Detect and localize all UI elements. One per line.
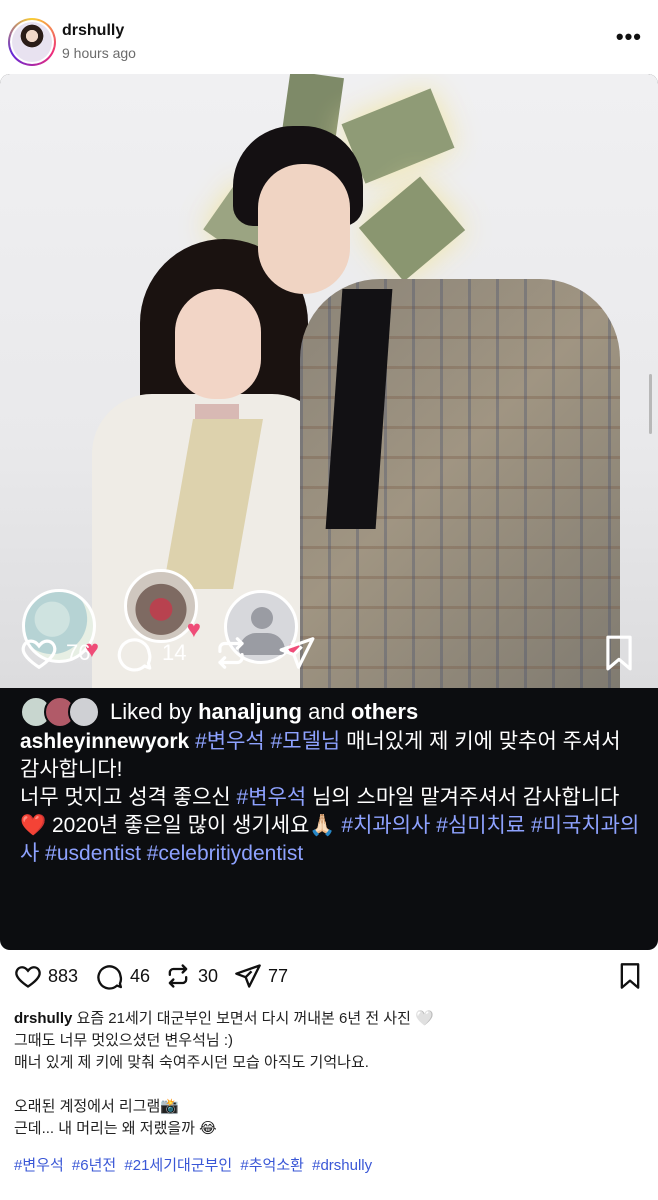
share-button[interactable]: 77 (234, 962, 288, 990)
post-header: drshully 9 hours ago ••• (0, 0, 658, 78)
timestamp: 9 hours ago (62, 45, 136, 61)
hashtag[interactable]: #usdentist (45, 842, 141, 865)
heart-icon (15, 966, 41, 988)
liked-by-prefix: Liked by (110, 699, 192, 724)
comment-icon (97, 965, 123, 990)
share-count: 77 (268, 965, 289, 986)
hashtag[interactable]: #모델님 (271, 730, 341, 753)
like-button[interactable]: 883 (14, 962, 78, 990)
liked-by-avatars (20, 696, 108, 728)
repost-button[interactable] (212, 634, 250, 672)
pray-emoji: 🙏🏻 (309, 814, 336, 837)
hashtag[interactable]: #변우석 (14, 1157, 64, 1174)
reposted-caption: ashleyinnewyork #변우석 #모델님 매너있게 제 키에 맞추어 … (20, 728, 640, 868)
hashtag[interactable]: #변우석 (237, 786, 307, 809)
caption-text: 너무 멋지고 성격 좋으신 (20, 786, 231, 809)
caption-line: 오래된 계정에서 리그램📸 (14, 1098, 180, 1115)
hashtag[interactable]: #심미치료 (436, 814, 525, 837)
caption-text: 님의 스마일 맡겨주셔서 감사합니다 (312, 786, 620, 809)
comment-icon (117, 638, 152, 672)
heart-icon (21, 639, 57, 670)
like-count: 76 (66, 640, 91, 665)
repost-icon (218, 637, 244, 669)
hashtag-list: #변우석 #6년전 #21세기대군부인 #추억소환 #drshully (14, 1154, 376, 1175)
liked-by-and: and (308, 699, 345, 724)
comment-button[interactable]: 14 (116, 634, 186, 672)
post-caption: drshully 요즘 21세기 대군부인 보면서 다시 꺼내본 6년 전 사진… (14, 1008, 644, 1140)
hashtag[interactable]: #6년전 (72, 1157, 116, 1174)
bookmark-icon (606, 635, 632, 671)
comment-count: 14 (162, 640, 187, 665)
heart-emoji: ❤️ (20, 814, 47, 837)
avatar (68, 696, 100, 728)
save-button[interactable] (616, 962, 644, 990)
hashtag[interactable]: #21세기대군부인 (124, 1157, 232, 1174)
reposted-action-bar: 76 14 (0, 634, 658, 678)
wall-sign (358, 176, 466, 282)
comment-count: 46 (130, 965, 151, 986)
avatar-photo (12, 22, 52, 62)
caption-line: 매너 있게 제 키에 맞춰 숙여주시던 모습 아직도 기억나요. (14, 1054, 369, 1071)
avatar[interactable] (8, 18, 56, 66)
hashtag[interactable]: #celebritiydentist (147, 842, 303, 865)
caption-line: 그때도 너무 멋있으셨던 변우석님 :) (14, 1032, 234, 1049)
ellipsis-icon[interactable]: ••• (616, 24, 642, 50)
caption-username[interactable]: drshully (14, 1010, 72, 1027)
like-count: 883 (48, 965, 79, 986)
caption-blank-line (14, 1074, 644, 1096)
post-action-bar: 883 46 30 77 (0, 962, 658, 998)
repost-button[interactable]: 30 (164, 962, 218, 990)
scrollbar[interactable] (649, 374, 652, 434)
person-face (175, 289, 261, 399)
hashtag[interactable]: #추억소환 (240, 1157, 304, 1174)
comment-button[interactable]: 46 (96, 962, 150, 990)
liked-by[interactable]: Liked by hanaljung and others (20, 696, 418, 728)
like-button[interactable]: 76 (20, 634, 90, 672)
username[interactable]: drshully (62, 22, 124, 40)
caption-text: 2020년 좋은일 많이 생기세요 (52, 814, 310, 837)
repost-count: 30 (198, 965, 219, 986)
person-face (258, 164, 350, 294)
hashtag[interactable]: #drshully (312, 1157, 372, 1174)
post-photo: ♥ ♥ ♥ (0, 74, 658, 688)
liked-by-user[interactable]: hanaljung (198, 699, 302, 725)
send-icon (279, 637, 315, 669)
caption-line: 요즘 21세기 대군부인 보면서 다시 꺼내본 6년 전 사진 🤍 (76, 1010, 434, 1027)
liked-by-others[interactable]: others (351, 699, 418, 725)
caption-line: 근데... 내 머리는 왜 저랬을까 😂 (14, 1120, 217, 1137)
share-button[interactable] (278, 634, 316, 672)
hashtag[interactable]: #치과의사 (341, 814, 430, 837)
story-avatar[interactable]: ♥ (124, 569, 201, 643)
bookmark-icon (620, 963, 640, 989)
hashtag[interactable]: #변우석 (195, 730, 265, 753)
person-silhouette-icon (251, 607, 273, 629)
caption-username[interactable]: ashleyinnewyork (20, 730, 189, 753)
repost-icon (168, 964, 188, 988)
send-icon (235, 964, 261, 988)
save-button[interactable] (600, 634, 638, 672)
